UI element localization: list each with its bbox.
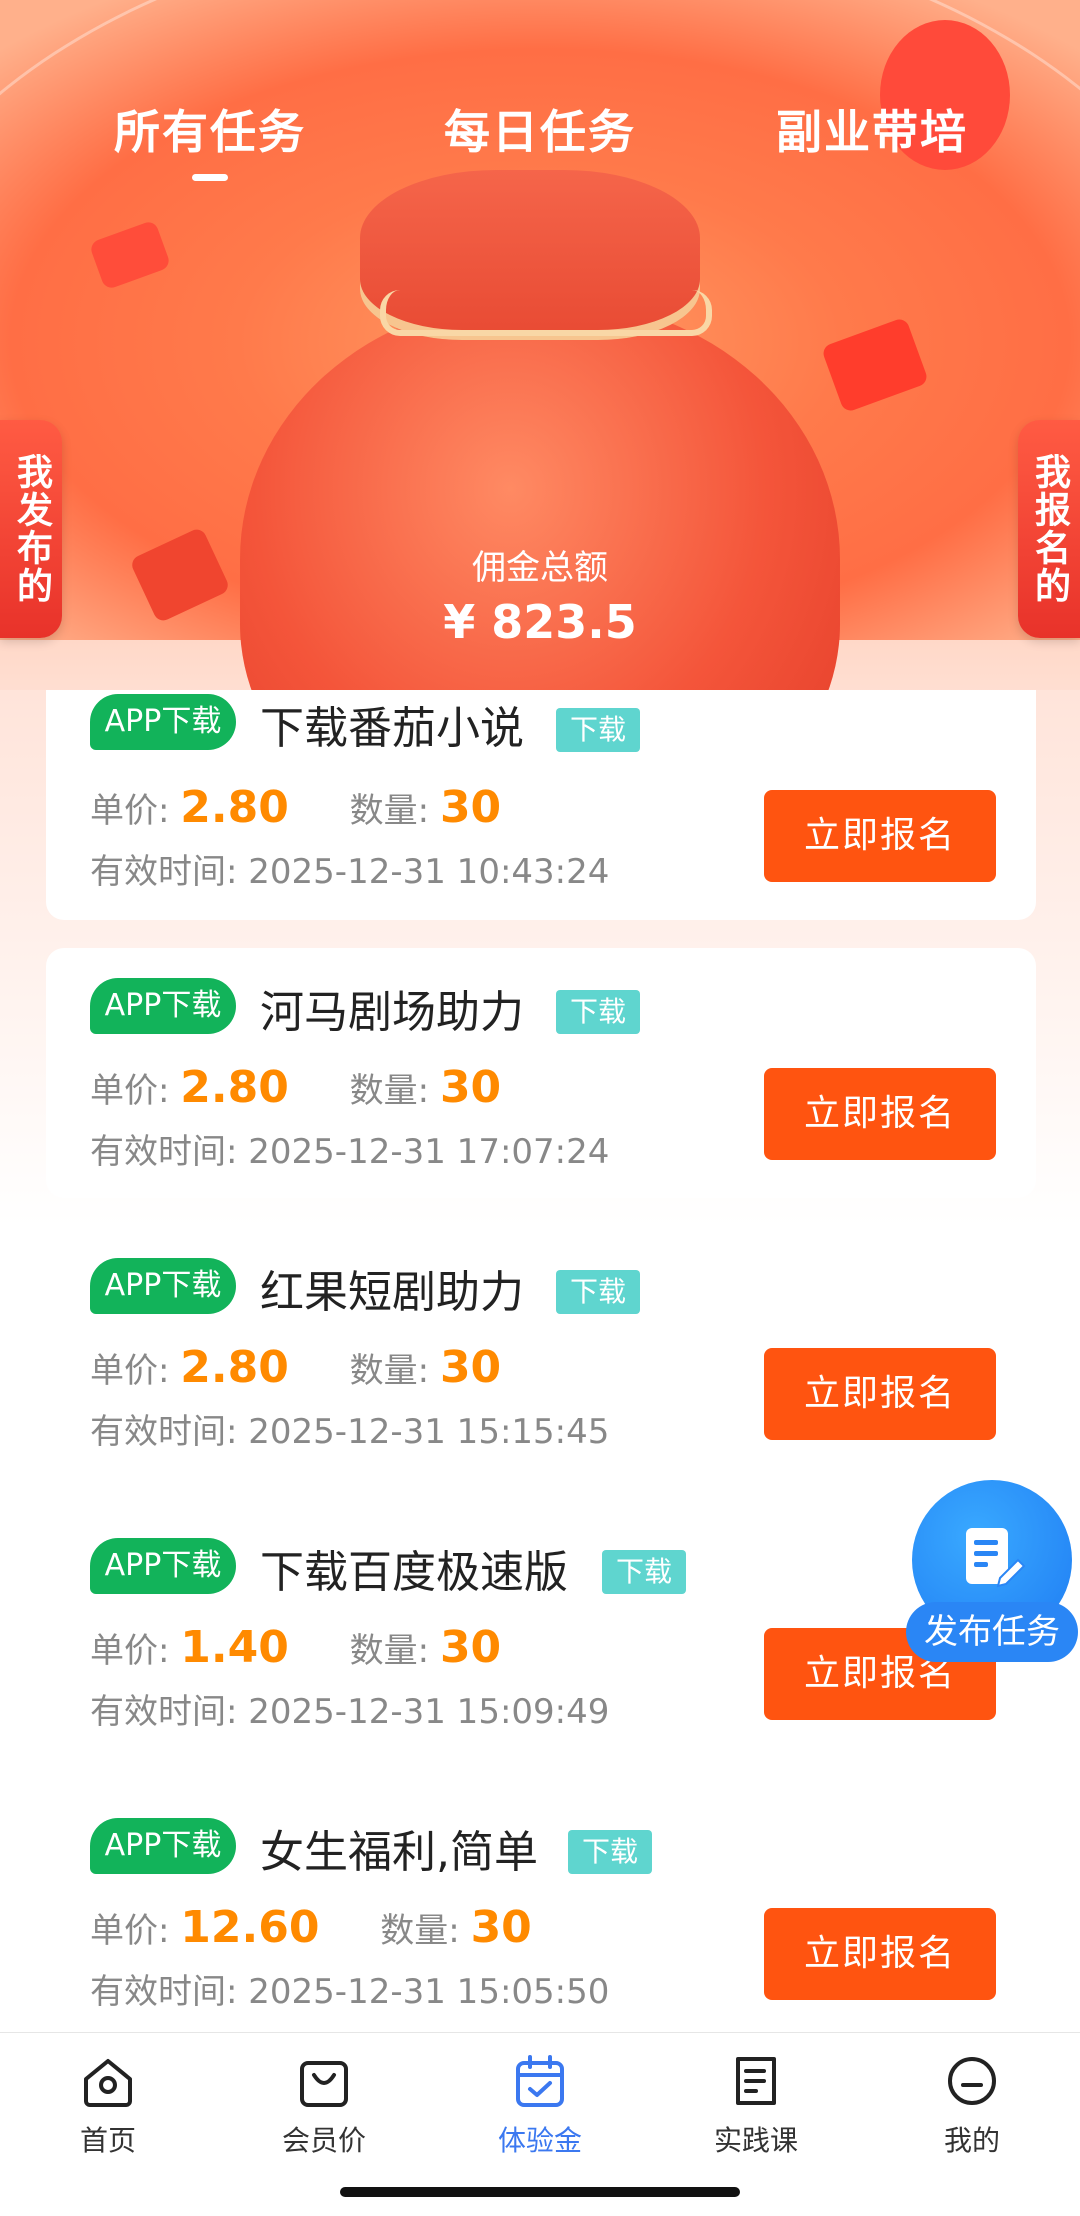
price-value: 2.80 <box>180 1342 289 1393</box>
publish-task-label[interactable]: 发布任务 <box>906 1602 1078 1662</box>
quantity-value: 30 <box>439 1622 502 1673</box>
valid-time-row: 有效时间: 2025-12-31 15:09:49 <box>90 1684 609 1733</box>
task-tag: 下载 <box>556 1270 641 1314</box>
task-card[interactable]: APP下载 河马剧场助力 下载 单价: 2.80 数量: 30 有效时间: 20… <box>46 948 1036 1198</box>
time-label: 有效时间: <box>90 1692 238 1732</box>
task-title: 女生福利,简单 <box>260 1827 538 1878</box>
nav-item-member-price[interactable]: 会员价 <box>216 2051 432 2159</box>
apply-now-button[interactable]: 立即报名 <box>764 1068 996 1160</box>
task-card[interactable]: APP下载 女生福利,简单 下载 单价: 12.60 数量: 30 有效时间: … <box>46 1788 1036 2038</box>
price-label: 单价: <box>90 1631 170 1671</box>
price-label: 单价: <box>90 1351 170 1391</box>
tab-daily-tasks[interactable]: 每日任务 <box>410 96 670 162</box>
price-label: 单价: <box>90 1911 170 1951</box>
task-tag: 下载 <box>568 1830 653 1874</box>
nav-item-trial-fund[interactable]: 体验金 <box>432 2051 648 2159</box>
task-type-badge: APP下载 <box>90 694 236 750</box>
price-value: 2.80 <box>180 1062 289 1113</box>
nav-label-mine: 我的 <box>943 2124 1000 2157</box>
price-value: 12.60 <box>180 1902 320 1953</box>
home-icon <box>84 2059 132 2107</box>
valid-time-row: 有效时间: 2025-12-31 15:05:50 <box>90 1964 609 2013</box>
price-quantity-row: 单价: 1.40 数量: 30 <box>90 1622 501 1673</box>
lucky-bag-tie <box>380 290 712 336</box>
document-edit-icon <box>966 1528 1026 1588</box>
time-value: 2025-12-31 15:05:50 <box>248 1972 610 2012</box>
time-value: 2025-12-31 15:15:45 <box>248 1412 610 1452</box>
time-label: 有效时间: <box>90 852 238 892</box>
time-value: 2025-12-31 15:09:49 <box>248 1692 610 1732</box>
task-tag: 下载 <box>556 708 641 752</box>
nav-item-home[interactable]: 首页 <box>0 2051 216 2159</box>
task-type-badge: APP下载 <box>90 978 236 1034</box>
apply-now-button[interactable]: 立即报名 <box>764 1908 996 2000</box>
nav-item-mine[interactable]: 我的 <box>864 2051 1080 2159</box>
valid-time-row: 有效时间: 2025-12-31 15:15:45 <box>90 1404 609 1453</box>
commission-summary: 佣金总额 ¥ 823.5 <box>0 540 1080 649</box>
tab-all-tasks[interactable]: 所有任务 <box>80 96 340 162</box>
nav-label-home: 首页 <box>79 2124 136 2157</box>
quantity-label: 数量: <box>349 791 430 831</box>
task-card[interactable]: APP下载 下载百度极速版 下载 单价: 1.40 数量: 30 有效时间: 2… <box>46 1508 1036 1758</box>
quantity-label: 数量: <box>349 1071 430 1111</box>
time-value: 2025-12-31 10:43:24 <box>248 852 610 892</box>
quantity-label: 数量: <box>349 1351 430 1391</box>
valid-time-row: 有效时间: 2025-12-31 17:07:24 <box>90 1124 609 1173</box>
nav-label-member-price: 会员价 <box>281 2124 366 2157</box>
quantity-label: 数量: <box>349 1631 430 1671</box>
tab-side-business[interactable]: 副业带培 <box>742 96 1002 162</box>
task-type-badge: APP下载 <box>90 1538 236 1594</box>
task-title: 河马剧场助力 <box>260 987 524 1038</box>
task-tag: 下载 <box>602 1550 687 1594</box>
valid-time-row: 有效时间: 2025-12-31 10:43:24 <box>90 844 609 893</box>
quantity-value: 30 <box>439 1062 502 1113</box>
task-tabs: 所有任务 每日任务 副业带培 <box>0 96 1080 186</box>
price-label: 单价: <box>90 1071 170 1111</box>
commission-label: 佣金总额 <box>472 548 608 588</box>
price-label: 单价: <box>90 791 170 831</box>
price-quantity-row: 单价: 2.80 数量: 30 <box>90 782 501 833</box>
nav-item-practice-course[interactable]: 实践课 <box>648 2051 864 2159</box>
quantity-value: 30 <box>439 1342 502 1393</box>
task-tag: 下载 <box>556 990 641 1034</box>
task-title: 红果短剧助力 <box>260 1267 524 1318</box>
price-value: 1.40 <box>180 1622 289 1673</box>
time-label: 有效时间: <box>90 1972 238 2012</box>
profile-icon <box>948 2057 996 2105</box>
apply-now-button[interactable]: 立即报名 <box>764 1348 996 1440</box>
my-published-tag[interactable]: 我发布的 <box>0 420 62 638</box>
price-value: 2.80 <box>180 782 289 833</box>
task-type-badge: APP下载 <box>90 1258 236 1314</box>
task-card[interactable]: APP下载 红果短剧助力 下载 单价: 2.80 数量: 30 有效时间: 20… <box>46 1228 1036 1478</box>
publish-task-fab[interactable]: 发布任务 <box>906 1480 1078 1670</box>
time-value: 2025-12-31 17:07:24 <box>248 1132 610 1172</box>
task-title: 下载百度极速版 <box>260 1547 568 1598</box>
time-label: 有效时间: <box>90 1412 238 1452</box>
nav-label-practice-course: 实践课 <box>713 2124 798 2157</box>
apply-now-button[interactable]: 立即报名 <box>764 790 996 882</box>
time-label: 有效时间: <box>90 1132 238 1172</box>
price-quantity-row: 单价: 12.60 数量: 30 <box>90 1902 532 1953</box>
calendar-check-icon <box>516 2055 564 2107</box>
quantity-value: 30 <box>470 1902 532 1953</box>
document-icon <box>736 2057 776 2105</box>
task-type-badge: APP下载 <box>90 1818 236 1874</box>
home-indicator <box>340 2187 740 2197</box>
my-registered-tag[interactable]: 我报名的 <box>1018 420 1080 638</box>
price-quantity-row: 单价: 2.80 数量: 30 <box>90 1062 501 1113</box>
task-title: 下载番茄小说 <box>260 703 524 754</box>
nav-label-trial-fund: 体验金 <box>497 2124 582 2157</box>
commission-amount: ¥ 823.5 <box>443 595 637 649</box>
price-quantity-row: 单价: 2.80 数量: 30 <box>90 1342 501 1393</box>
quantity-value: 30 <box>439 782 502 833</box>
quantity-label: 数量: <box>380 1911 460 1951</box>
active-tab-indicator <box>192 174 228 181</box>
shopping-bag-icon <box>300 2061 348 2107</box>
task-card[interactable]: APP下载 下载番茄小说 下载 单价: 2.80 数量: 30 有效时间: 20… <box>46 690 1036 920</box>
